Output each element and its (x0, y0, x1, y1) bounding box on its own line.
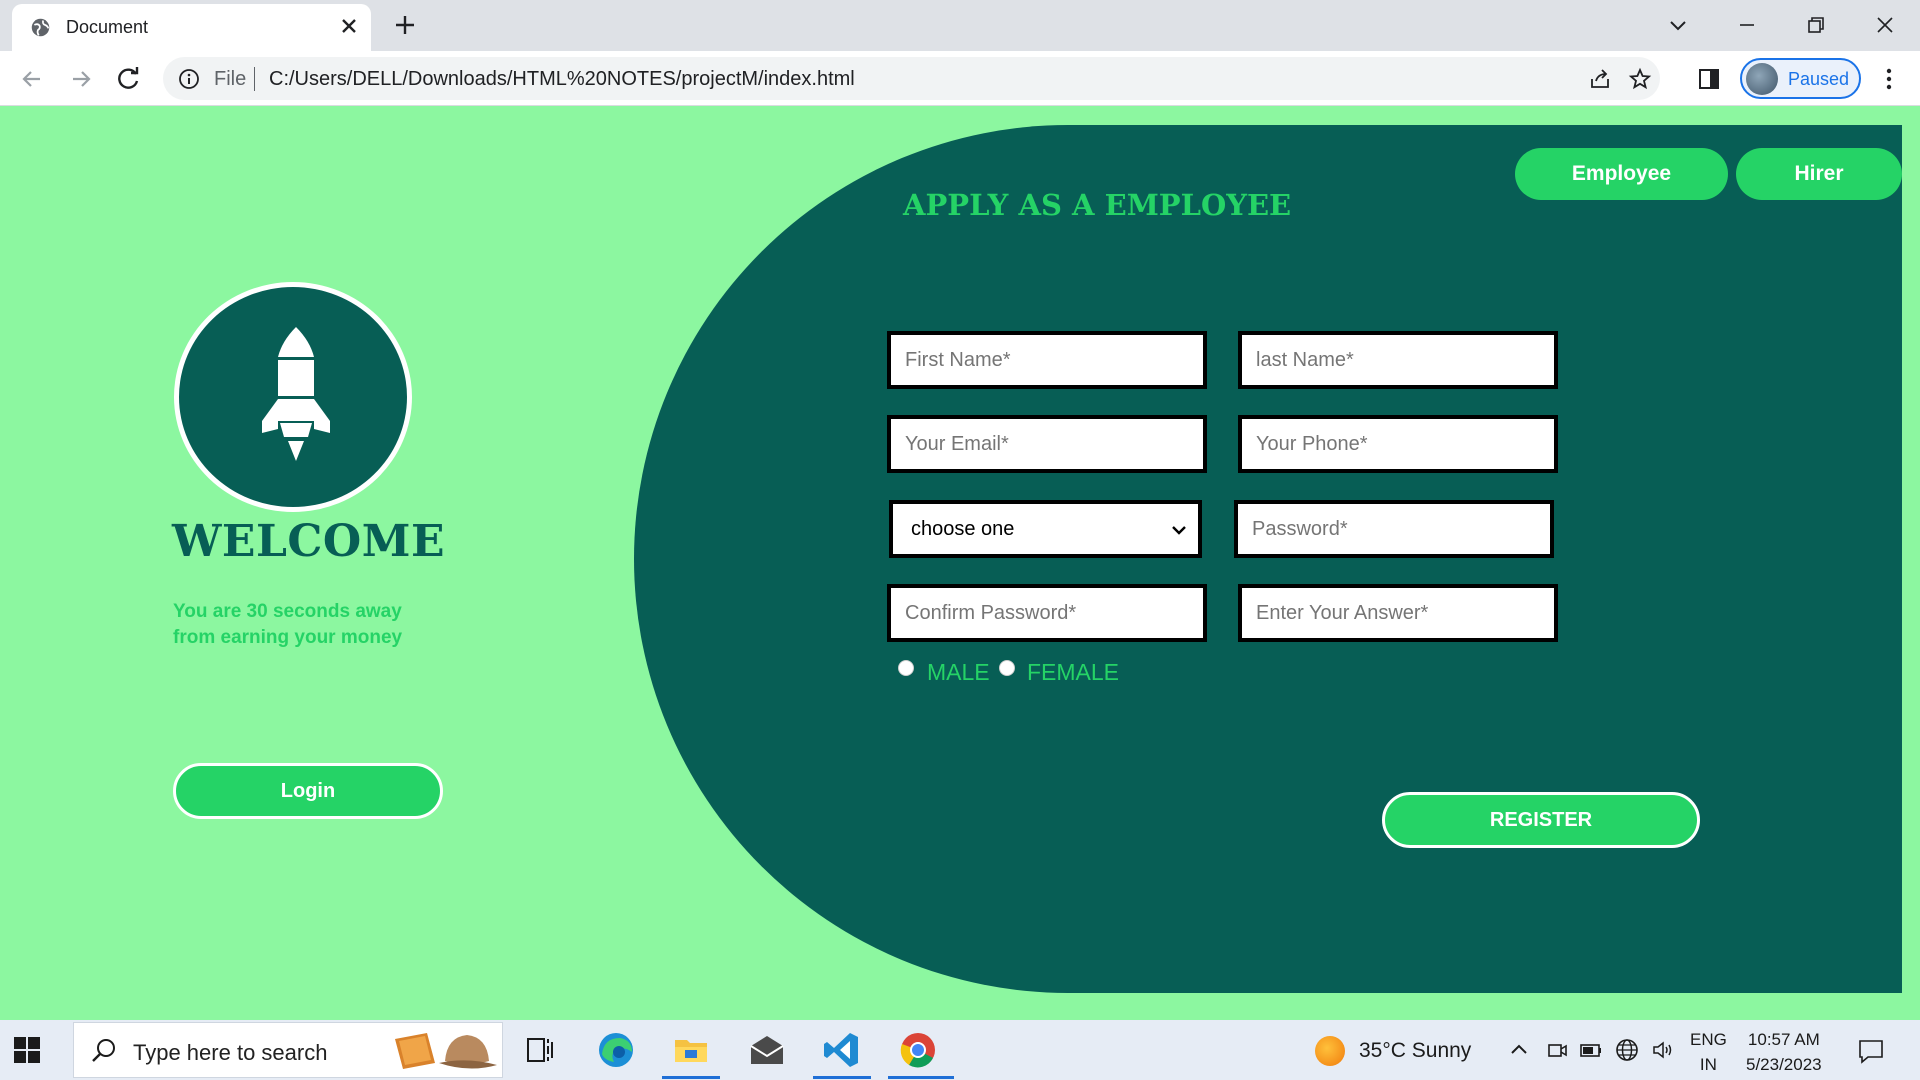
female-label: FEMALE (1027, 659, 1120, 685)
chevron-down-icon (1172, 526, 1186, 535)
battery-icon[interactable] (1578, 1037, 1604, 1063)
female-radio[interactable] (999, 660, 1015, 676)
taskbar-search-box[interactable]: Type here to search (73, 1022, 503, 1078)
logo-circle (174, 282, 412, 512)
search-placeholder: Type here to search (133, 1040, 328, 1065)
page-viewport: WELCOME You are 30 seconds away from ear… (0, 106, 1920, 1020)
taskbar: Type here to search 35°C Sunny ENG IN 10… (0, 1020, 1920, 1080)
close-window-icon[interactable] (1871, 11, 1899, 39)
form-title: APPLY AS A EMPLOYEE (903, 188, 1292, 222)
register-button[interactable]: REGISTER (1382, 792, 1700, 848)
weather-text[interactable]: 35°C Sunny (1359, 1039, 1471, 1063)
address-bar[interactable]: File C:/Users/DELL/Downloads/HTML%20NOTE… (163, 57, 1660, 100)
first-name-field[interactable] (887, 331, 1207, 389)
weather-sun-icon[interactable] (1315, 1036, 1345, 1066)
rocket-icon (262, 327, 330, 461)
notifications-icon[interactable] (1856, 1036, 1886, 1066)
network-globe-icon[interactable] (1614, 1037, 1640, 1063)
welcome-subtitle: You are 30 seconds away from earning you… (173, 599, 433, 651)
windows-start-icon[interactable] (14, 1037, 40, 1063)
url-text[interactable]: C:/Users/DELL/Downloads/HTML%20NOTES/pro… (269, 68, 855, 91)
running-app-indicator (813, 1076, 871, 1079)
search-highlight-illustration-icon (395, 1033, 497, 1069)
mail-icon[interactable] (745, 1028, 789, 1072)
browser-toolbar: File C:/Users/DELL/Downloads/HTML%20NOTE… (0, 51, 1920, 106)
chevron-up-icon[interactable] (1506, 1037, 1532, 1063)
security-answer-field[interactable] (1238, 584, 1558, 642)
male-radio[interactable] (898, 660, 914, 676)
minimize-icon[interactable] (1733, 11, 1761, 39)
employee-tab-button[interactable]: Employee (1515, 148, 1728, 200)
registration-panel (634, 125, 1902, 993)
running-app-indicator (888, 1076, 954, 1079)
vscode-icon[interactable] (820, 1028, 864, 1072)
confirm-password-field[interactable] (887, 584, 1207, 642)
phone-field[interactable] (1238, 415, 1558, 473)
task-view-icon[interactable] (518, 1028, 562, 1072)
omnibox-separator (254, 67, 255, 91)
browser-tab-strip: Document (0, 0, 1920, 51)
tab-search-chevron-icon[interactable] (1664, 11, 1692, 39)
back-arrow-icon[interactable] (17, 64, 47, 94)
input-language[interactable]: ENG IN (1690, 1027, 1727, 1077)
more-menu-icon[interactable] (1877, 65, 1901, 93)
clock-date: 5/23/2023 (1746, 1055, 1822, 1074)
bookmark-star-icon[interactable] (1628, 67, 1652, 91)
profile-status: Paused (1788, 69, 1850, 89)
reload-icon[interactable] (114, 64, 144, 94)
tab-title: Document (66, 17, 149, 37)
info-icon[interactable] (178, 68, 200, 90)
login-button[interactable]: Login (173, 763, 443, 819)
meet-now-icon[interactable] (1544, 1037, 1570, 1063)
welcome-heading: WELCOME (172, 516, 445, 567)
clock-time: 10:57 AM (1747, 1030, 1820, 1049)
role-select[interactable]: choose one (889, 500, 1202, 558)
password-field[interactable] (1234, 500, 1554, 558)
volume-icon[interactable] (1650, 1037, 1676, 1063)
email-field[interactable] (887, 415, 1207, 473)
forward-arrow-icon[interactable] (66, 64, 96, 94)
file-explorer-icon[interactable] (669, 1028, 713, 1072)
welcome-subtitle-line: from earning your money (173, 627, 403, 648)
chrome-icon[interactable] (896, 1028, 940, 1072)
welcome-subtitle-line: You are 30 seconds away (173, 601, 402, 622)
scheme-label: File (214, 68, 247, 90)
last-name-field[interactable] (1238, 331, 1558, 389)
share-icon[interactable] (1588, 67, 1612, 91)
new-tab-icon[interactable] (393, 13, 417, 37)
avatar (1746, 63, 1778, 95)
profile-button[interactable]: Paused (1740, 58, 1861, 99)
search-icon (92, 1039, 115, 1062)
role-select-value: choose one (911, 517, 1015, 540)
browser-tab[interactable]: Document (12, 4, 371, 51)
running-app-indicator (662, 1076, 720, 1079)
edge-browser-icon[interactable] (594, 1028, 638, 1072)
restore-icon[interactable] (1802, 11, 1830, 39)
close-tab-icon[interactable] (337, 14, 361, 38)
region-code: IN (1699, 1055, 1717, 1074)
side-panel-icon[interactable] (1697, 67, 1721, 91)
language-code: ENG (1690, 1030, 1727, 1049)
globe-icon (31, 18, 50, 37)
male-label: MALE (927, 659, 990, 685)
system-clock[interactable]: 10:57 AM 5/23/2023 (1746, 1027, 1822, 1077)
hirer-tab-button[interactable]: Hirer (1736, 148, 1902, 200)
